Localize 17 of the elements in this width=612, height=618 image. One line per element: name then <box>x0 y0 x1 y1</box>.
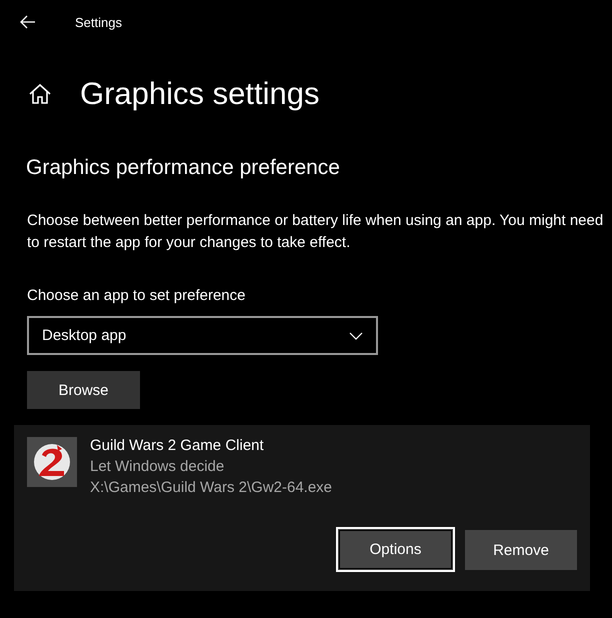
app-preference: Let Windows decide <box>90 458 226 475</box>
page-title: Graphics settings <box>80 76 320 112</box>
app-type-dropdown[interactable]: Desktop app <box>27 316 378 355</box>
home-icon[interactable] <box>28 83 52 105</box>
description-text: Choose between better performance or battery life when using an app. You might need to restart the app for your changes to take effect. <box>27 211 604 253</box>
window-title: Settings <box>75 14 122 30</box>
browse-button[interactable]: Browse <box>27 371 140 409</box>
options-button[interactable]: Options <box>336 527 455 572</box>
app-name: Guild Wars 2 Game Client <box>90 437 265 454</box>
remove-button[interactable]: Remove <box>465 530 577 570</box>
app-card[interactable]: Guild Wars 2 Game Client Let Windows decide X:\Games\Guild Wars 2\Gw2-64.exe Options Remove <box>14 425 590 591</box>
app-path: X:\Games\Guild Wars 2\Gw2-64.exe <box>90 479 332 496</box>
dropdown-label: Choose an app to set preference <box>27 287 246 304</box>
app-icon <box>27 437 77 487</box>
section-title: Graphics performance preference <box>26 156 341 180</box>
chevron-icon <box>349 332 363 340</box>
back-button[interactable] <box>20 15 36 29</box>
